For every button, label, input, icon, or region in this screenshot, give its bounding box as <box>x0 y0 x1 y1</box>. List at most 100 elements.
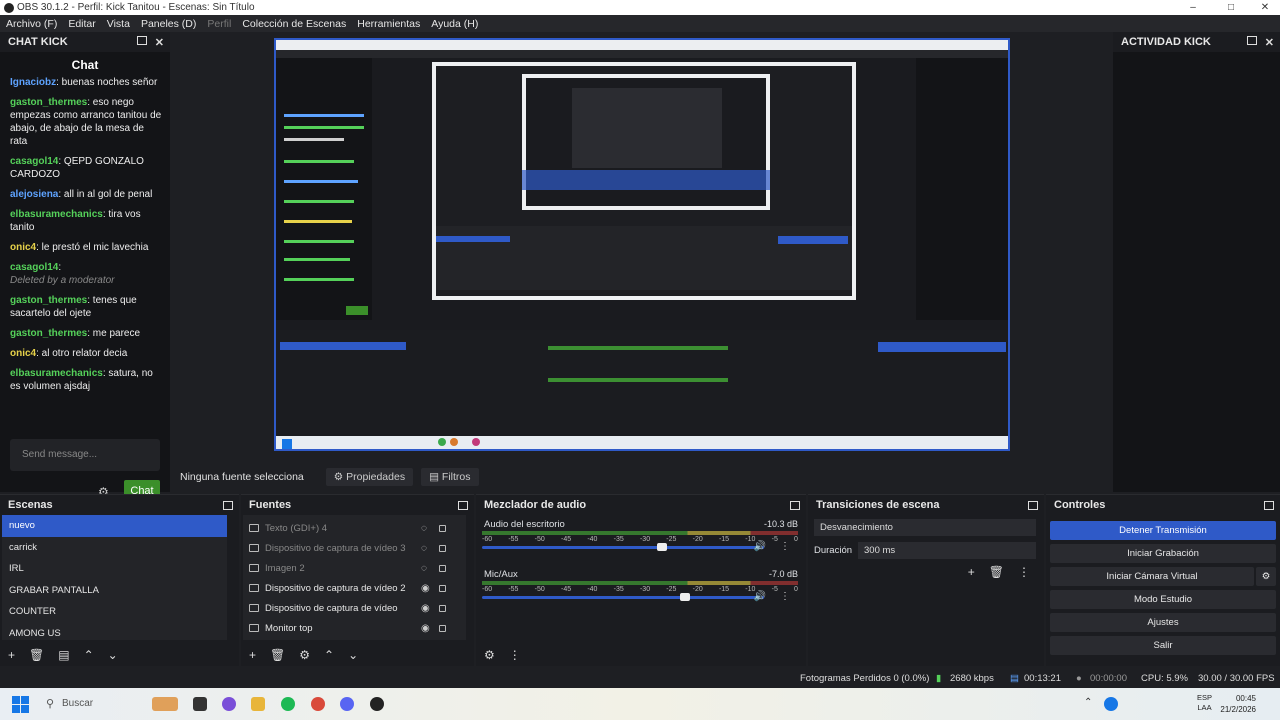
close-icon[interactable]: ✕ <box>1246 0 1280 15</box>
eye-hidden-icon[interactable]: ◌ <box>421 543 427 554</box>
chat-username[interactable]: elbasuramechanics <box>10 368 103 379</box>
add-transition-icon[interactable]: + <box>968 565 975 579</box>
properties-button[interactable]: ⚙ Propiedades <box>325 468 414 486</box>
menu-coleccion[interactable]: Colección de Escenas <box>242 18 346 30</box>
chat-username[interactable]: onic4 <box>10 242 36 253</box>
spotify-icon[interactable] <box>281 697 295 711</box>
source-item[interactable]: Monitor top ◉ <box>243 618 466 638</box>
lock-icon[interactable] <box>439 564 446 572</box>
chat-username[interactable]: Ignaciobz <box>10 77 56 88</box>
move-down-icon[interactable]: ⌄ <box>108 648 118 662</box>
volume-slider-handle[interactable] <box>657 543 668 551</box>
virtual-camera-settings-icon[interactable]: ⚙ <box>1256 567 1276 586</box>
preview-canvas[interactable] <box>274 38 1010 451</box>
studio-mode-button[interactable]: Modo Estudio <box>1050 590 1276 609</box>
chat-username[interactable]: onic4 <box>10 348 36 359</box>
scene-item[interactable]: GRABAR PANTALLA <box>2 580 227 602</box>
start-virtual-camera-button[interactable]: Iniciar Cámara Virtual <box>1050 567 1254 586</box>
duration-input[interactable]: 300 ms <box>858 542 1036 559</box>
remove-source-icon[interactable]: 🗑 <box>270 648 285 662</box>
maximize-icon[interactable]: □ <box>1212 0 1250 15</box>
discord-icon[interactable] <box>340 697 354 711</box>
menu-archivo[interactable]: Archivo (F) <box>6 18 57 30</box>
speaker-icon[interactable]: 🔊 <box>754 591 766 602</box>
chrome-icon[interactable] <box>311 697 325 711</box>
eye-icon[interactable]: ◉ <box>421 603 430 614</box>
volume-slider[interactable] <box>482 543 764 551</box>
move-up-icon[interactable]: ⌃ <box>324 648 334 662</box>
file-explorer-icon[interactable] <box>251 697 265 711</box>
tray-app-icon[interactable] <box>1104 697 1118 711</box>
chat-username[interactable]: alejosiena <box>10 189 58 200</box>
exit-button[interactable]: Salir <box>1050 636 1276 655</box>
tray-chevron-icon[interactable]: ⌃ <box>1084 697 1094 711</box>
channel-menu-icon[interactable]: ⋮ <box>780 591 790 602</box>
float-dock-icon[interactable] <box>790 500 800 510</box>
lock-icon[interactable] <box>439 524 446 532</box>
move-up-icon[interactable]: ⌃ <box>84 648 94 662</box>
source-item[interactable]: Texto (GDI+) 4 ◌ <box>243 518 466 538</box>
volume-slider-handle[interactable] <box>680 593 691 601</box>
filters-button[interactable]: ▤ Filtros <box>421 468 479 486</box>
scene-item[interactable]: nuevo <box>2 515 227 537</box>
mixer-menu-icon[interactable]: ⋮ <box>509 648 521 662</box>
float-dock-icon[interactable] <box>1028 500 1038 510</box>
add-source-icon[interactable]: + <box>249 648 256 662</box>
menu-herramientas[interactable]: Herramientas <box>357 18 420 30</box>
widget-icon[interactable] <box>152 697 178 711</box>
float-dock-icon[interactable] <box>1264 500 1274 510</box>
task-view-icon[interactable] <box>193 697 207 711</box>
chat-username[interactable]: gaston_thermes <box>10 295 87 306</box>
menu-editar[interactable]: Editar <box>68 18 95 30</box>
advanced-audio-icon[interactable]: ⚙ <box>484 648 495 662</box>
scene-item[interactable]: AMONG US <box>2 623 227 645</box>
float-dock-icon[interactable] <box>136 35 147 45</box>
eye-icon[interactable]: ◉ <box>421 623 430 634</box>
scene-item[interactable]: COUNTER <box>2 601 227 623</box>
lock-icon[interactable] <box>439 544 446 552</box>
copilot-icon[interactable] <box>222 697 236 711</box>
taskbar-clock[interactable]: 00:45 21/2/2026 <box>1220 693 1256 715</box>
chat-username[interactable]: elbasuramechanics <box>10 209 103 220</box>
float-dock-icon[interactable] <box>1246 35 1257 45</box>
eye-hidden-icon[interactable]: ◌ <box>421 523 427 534</box>
source-properties-icon[interactable]: ⚙ <box>299 648 310 662</box>
lock-icon[interactable] <box>439 584 446 592</box>
transition-menu-icon[interactable]: ⋮ <box>1018 565 1030 579</box>
source-item[interactable]: Dispositivo de captura de vídeo ◉ <box>243 598 466 618</box>
obs-taskbar-icon[interactable] <box>370 697 384 711</box>
menu-ayuda[interactable]: Ayuda (H) <box>431 18 478 30</box>
menu-vista[interactable]: Vista <box>107 18 130 30</box>
stop-stream-button[interactable]: Detener Transmisión <box>1050 521 1276 540</box>
chat-username[interactable]: casagol14 <box>10 262 58 273</box>
language-indicator[interactable]: ESP LAA <box>1197 693 1212 713</box>
close-dock-icon[interactable]: ✕ <box>1265 36 1274 49</box>
float-dock-icon[interactable] <box>458 500 468 510</box>
menu-perfil[interactable]: Perfil <box>207 18 231 30</box>
lock-icon[interactable] <box>439 604 446 612</box>
start-windows-icon[interactable] <box>12 696 29 713</box>
source-item[interactable]: Imagen 2 ◌ <box>243 558 466 578</box>
volume-slider[interactable] <box>482 593 764 601</box>
chat-message-input[interactable]: Send message... <box>10 439 160 471</box>
scene-item[interactable]: IRL <box>2 558 227 580</box>
close-dock-icon[interactable]: ✕ <box>155 36 164 49</box>
start-recording-button[interactable]: Iniciar Grabación <box>1050 544 1276 563</box>
float-dock-icon[interactable] <box>223 500 233 510</box>
eye-hidden-icon[interactable]: ◌ <box>421 563 427 574</box>
channel-menu-icon[interactable]: ⋮ <box>780 541 790 552</box>
scene-item[interactable]: carrick <box>2 537 227 559</box>
chat-username[interactable]: casagol14 <box>10 156 58 167</box>
source-item[interactable]: Dispositivo de captura de vídeo 2 ◉ <box>243 578 466 598</box>
chat-username[interactable]: gaston_thermes <box>10 97 87 108</box>
chat-username[interactable]: gaston_thermes <box>10 328 87 339</box>
remove-transition-icon[interactable]: 🗑 <box>989 565 1004 579</box>
source-item[interactable]: Dispositivo de captura de vídeo 3 ◌ <box>243 538 466 558</box>
menu-paneles[interactable]: Paneles (D) <box>141 18 196 30</box>
settings-button[interactable]: Ajustes <box>1050 613 1276 632</box>
lock-icon[interactable] <box>439 624 446 632</box>
move-down-icon[interactable]: ⌄ <box>348 648 358 662</box>
scene-filters-icon[interactable]: ▤ <box>58 648 69 662</box>
transition-select[interactable]: Desvanecimiento <box>814 519 1036 536</box>
eye-icon[interactable]: ◉ <box>421 583 430 594</box>
